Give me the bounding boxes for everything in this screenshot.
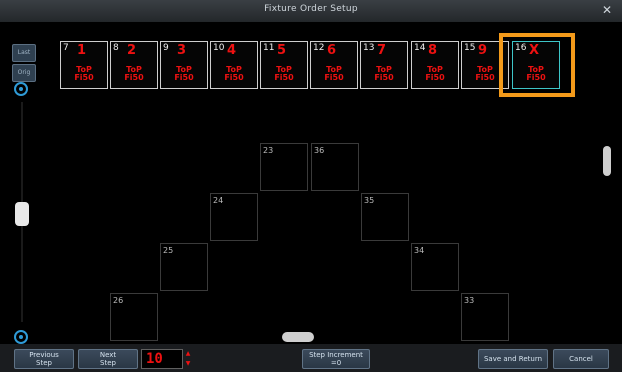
fixture-number: 7 xyxy=(63,43,69,53)
previous-step-button[interactable]: Previous Step xyxy=(14,349,74,369)
fixture-label: 7 xyxy=(377,43,387,58)
spin-up-icon[interactable]: ▲ xyxy=(186,350,191,357)
zoom-in-icon[interactable] xyxy=(14,82,28,96)
fixture-tile[interactable]: 7 1 ToP Fi50 xyxy=(60,41,108,89)
slot-number: 26 xyxy=(113,296,124,305)
slot-number: 23 xyxy=(263,146,274,155)
slot-number: 35 xyxy=(364,196,375,205)
fixture-number: 15 xyxy=(464,43,476,53)
fixture-label: 3 xyxy=(177,43,187,58)
fixture-tile[interactable]: 12 6 ToP Fi50 xyxy=(310,41,358,89)
fixture-number: 11 xyxy=(263,43,275,53)
fixture-label: 5 xyxy=(277,43,287,58)
fixture-label: 1 xyxy=(77,43,87,58)
slot-number: 33 xyxy=(464,296,475,305)
fixture-slot[interactable]: 23 xyxy=(260,143,308,191)
fixture-tile[interactable]: 8 2 ToP Fi50 xyxy=(110,41,158,89)
fixture-logo: ToP Fi50 xyxy=(361,66,407,82)
fixture-number: 8 xyxy=(113,43,119,53)
fixture-number: 12 xyxy=(313,43,325,53)
fixture-logo-line2: Fi50 xyxy=(274,73,294,82)
next-step-button[interactable]: Next Step xyxy=(78,349,138,369)
last-button[interactable]: Last xyxy=(12,44,36,62)
fixture-logo-line2: Fi50 xyxy=(224,73,244,82)
fixture-slot[interactable]: 36 xyxy=(311,143,359,191)
fixture-logo: ToP Fi50 xyxy=(311,66,357,82)
fixture-label: 2 xyxy=(127,43,137,58)
close-icon[interactable]: ✕ xyxy=(602,3,612,17)
fixture-label: 4 xyxy=(227,43,237,58)
step-increment-line2: =0 xyxy=(330,359,342,367)
slot-number: 25 xyxy=(163,246,174,255)
fixture-number: 10 xyxy=(213,43,225,53)
fixture-logo-line2: Fi50 xyxy=(174,73,194,82)
slot-number: 34 xyxy=(414,246,425,255)
vertical-scroll-thumb[interactable] xyxy=(603,146,611,176)
zoom-slider-thumb[interactable] xyxy=(15,202,29,226)
fixture-logo-line2: Fi50 xyxy=(124,73,144,82)
horizontal-scroll-thumb[interactable] xyxy=(282,332,314,342)
selection-highlight xyxy=(499,33,575,97)
fixture-tile[interactable]: 11 5 ToP Fi50 xyxy=(260,41,308,89)
fixture-slot[interactable]: 34 xyxy=(411,243,459,291)
step-increment-line1: Step Increment xyxy=(309,351,363,359)
previous-step-line1: Previous xyxy=(29,351,59,359)
fixture-number: 14 xyxy=(414,43,426,53)
previous-step-line2: Step xyxy=(36,359,52,367)
fixture-logo-line2: Fi50 xyxy=(425,73,445,82)
fixture-logo: ToP Fi50 xyxy=(111,66,157,82)
fixture-number: 9 xyxy=(163,43,169,53)
title-bar: Fixture Order Setup ✕ xyxy=(0,0,622,23)
fixture-logo: ToP Fi50 xyxy=(412,66,458,82)
fixture-logo: ToP Fi50 xyxy=(161,66,207,82)
fixture-logo-line2: Fi50 xyxy=(324,73,344,82)
fixture-tile[interactable]: 13 7 ToP Fi50 xyxy=(360,41,408,89)
fixture-logo-line2: Fi50 xyxy=(74,73,94,82)
fixture-label: 8 xyxy=(428,43,438,58)
fixture-slot[interactable]: 25 xyxy=(160,243,208,291)
next-step-line1: Next xyxy=(99,351,117,359)
spin-down-icon[interactable]: ▼ xyxy=(186,360,191,367)
fixture-label: 6 xyxy=(327,43,337,58)
fixture-label: 9 xyxy=(478,43,488,58)
slot-number: 24 xyxy=(213,196,224,205)
cancel-button[interactable]: Cancel xyxy=(553,349,609,369)
vertical-scrollbar[interactable] xyxy=(600,22,614,344)
fixture-number: 13 xyxy=(363,43,375,53)
step-spinner[interactable]: ▲ ▼ xyxy=(184,349,192,369)
window-title: Fixture Order Setup xyxy=(264,4,358,14)
step-increment-button[interactable]: Step Increment =0 xyxy=(302,349,370,369)
fixture-slot[interactable]: 24 xyxy=(210,193,258,241)
zoom-out-icon[interactable] xyxy=(14,330,28,344)
fixture-logo: ToP Fi50 xyxy=(61,66,107,82)
fixture-slot[interactable]: 35 xyxy=(361,193,409,241)
save-and-return-button[interactable]: Save and Return xyxy=(478,349,548,369)
step-value-field[interactable]: 10 xyxy=(141,349,183,369)
next-step-line2: Step xyxy=(100,359,116,367)
fixture-tile[interactable]: 9 3 ToP Fi50 xyxy=(160,41,208,89)
fixture-logo-line2: Fi50 xyxy=(374,73,394,82)
orig-button[interactable]: Orig xyxy=(12,64,36,82)
left-rail: Last Orig xyxy=(10,22,36,344)
fixture-tile[interactable]: 14 8 ToP Fi50 xyxy=(411,41,459,89)
fixture-logo: ToP Fi50 xyxy=(211,66,257,82)
fixture-tile[interactable]: 10 4 ToP Fi50 xyxy=(210,41,258,89)
fixture-logo-line2: Fi50 xyxy=(475,73,495,82)
fixture-logo: ToP Fi50 xyxy=(261,66,307,82)
fixture-slot[interactable]: 33 xyxy=(461,293,509,341)
slot-number: 36 xyxy=(314,146,325,155)
fixture-slot[interactable]: 26 xyxy=(110,293,158,341)
